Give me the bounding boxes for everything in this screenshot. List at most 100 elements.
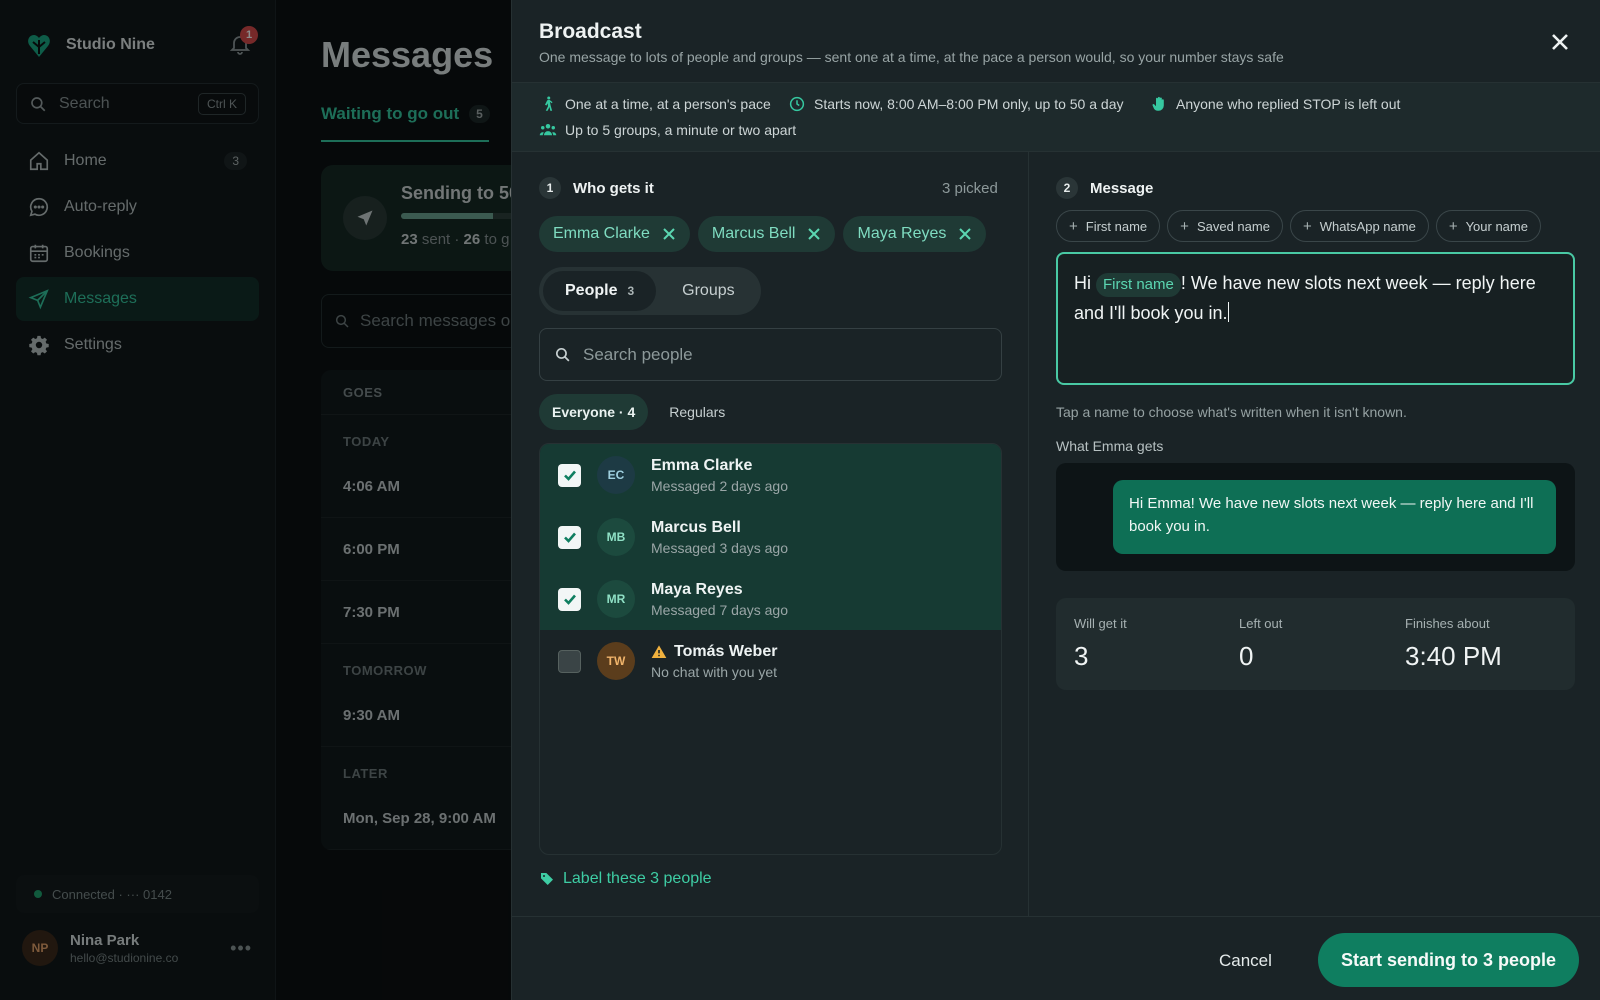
people-groups-toggle: People 3 Groups: [539, 267, 761, 315]
recipient-chip[interactable]: Marcus Bell: [697, 216, 836, 252]
close-icon[interactable]: [1548, 30, 1572, 54]
info-stop-text: Anyone who replied STOP is left out: [1176, 96, 1401, 112]
person-row[interactable]: MR Maya Reyes Messaged 7 days ago: [540, 568, 1001, 630]
info-groups-text: Up to 5 groups, a minute or two apart: [565, 122, 797, 138]
stat-value: 3: [1074, 641, 1089, 671]
person-row[interactable]: MB Marcus Bell Messaged 3 days ago: [540, 506, 1001, 568]
search-icon: [555, 347, 570, 362]
broadcast-info: One at a time, at a person's pace Starts…: [512, 82, 1600, 152]
filter-regulars[interactable]: Regulars: [656, 394, 738, 430]
chip-label: Emma Clarke: [553, 225, 650, 242]
token-label: First name: [1085, 218, 1148, 234]
person-name: Tomás Weber: [651, 643, 777, 661]
info-schedule-text: Starts now, 8:00 AM–8:00 PM only, up to …: [814, 96, 1124, 112]
select-checkbox[interactable]: [558, 463, 581, 487]
insert-first-name-button[interactable]: + First name: [1056, 210, 1161, 242]
clock-icon: [789, 96, 805, 112]
stat-value: 3:40 PM: [1405, 641, 1502, 671]
avatar: MR: [597, 580, 635, 618]
stat-label: Finishes about: [1405, 616, 1490, 631]
select-checkbox[interactable]: [558, 649, 581, 673]
person-name-text: Emma Clarke: [651, 456, 753, 474]
stat-label: Left out: [1239, 616, 1283, 631]
label-people-link[interactable]: Label these 3 people: [539, 870, 712, 888]
broadcast-stats: Will get it 3 Left out 0 Finishes about …: [1056, 598, 1575, 690]
avatar: TW: [597, 642, 635, 680]
avatar: MB: [597, 518, 635, 556]
insert-saved-name-button[interactable]: + Saved name: [1167, 210, 1283, 242]
recipient-chip[interactable]: Maya Reyes: [843, 216, 987, 252]
person-meta: Messaged 7 days ago: [651, 601, 788, 618]
preview-bubble: Hi Emma! We have new slots next week — r…: [1113, 480, 1556, 554]
who-title: Who gets it: [573, 179, 654, 197]
select-checkbox[interactable]: [558, 587, 581, 611]
person-row[interactable]: TW Tomás Weber No chat with you yet: [540, 630, 1001, 692]
tab-people-label: People: [565, 282, 618, 299]
message-title: Message: [1090, 179, 1154, 197]
stat-will-get-it: Will get it 3: [1074, 616, 1127, 672]
person-meta: No chat with you yet: [651, 663, 778, 680]
message-editor[interactable]: Hi First name! We have new slots next we…: [1056, 252, 1575, 385]
panel-subtitle: One message to lots of people and groups…: [539, 49, 1284, 65]
stat-value: 0: [1239, 641, 1254, 671]
panel-title: Broadcast: [539, 20, 642, 43]
tag-icon: [541, 873, 553, 885]
preview-label: What Emma gets: [1056, 438, 1164, 454]
column-divider: [1028, 152, 1029, 916]
person-name-text: Maya Reyes: [651, 580, 743, 598]
people-search-input[interactable]: Search people: [539, 328, 1002, 381]
step-number: 2: [1056, 177, 1078, 199]
token-label: WhatsApp name: [1319, 218, 1416, 234]
token-label: Saved name: [1196, 218, 1270, 234]
avatar: EC: [597, 456, 635, 494]
info-schedule: Starts now, 8:00 AM–8:00 PM only, up to …: [788, 95, 1123, 113]
person-name: Marcus Bell: [651, 519, 788, 537]
person-meta: Messaged 3 days ago: [651, 539, 788, 556]
hand-icon: [1152, 96, 1164, 111]
text-caret: [1227, 302, 1229, 322]
select-checkbox[interactable]: [558, 525, 581, 549]
token-hint: Tap a name to choose what's written when…: [1056, 404, 1407, 420]
body-text-start: Hi: [1074, 273, 1091, 293]
info-pace-text: One at a time, at a person's pace: [565, 96, 771, 112]
remove-icon[interactable]: [958, 227, 972, 241]
person-name: Emma Clarke: [651, 457, 788, 475]
name-tokens: + First name + Saved name + WhatsApp name +…: [1056, 210, 1541, 242]
cancel-button[interactable]: Cancel: [1205, 943, 1286, 979]
token-label: Your name: [1465, 218, 1528, 234]
tab-groups[interactable]: Groups: [660, 271, 756, 311]
chip-label: Marcus Bell: [711, 225, 796, 242]
plus-icon: +: [1448, 217, 1458, 235]
people-group-icon: [539, 124, 557, 136]
filter-everyone[interactable]: Everyone · 4: [539, 394, 649, 430]
person-name-text: Marcus Bell: [651, 518, 741, 536]
step-number: 1: [539, 177, 561, 199]
message-preview: Hi Emma! We have new slots next week — r…: [1056, 463, 1575, 571]
person-meta: Messaged 2 days ago: [651, 477, 788, 494]
panel-footer: Cancel Start sending to 3 people: [512, 916, 1600, 1000]
plus-icon: +: [1069, 217, 1078, 235]
first-name-placeholder-tag[interactable]: First name: [1096, 273, 1181, 297]
warning-icon: [651, 644, 667, 658]
who-step-heading: 1 Who gets it: [539, 177, 654, 199]
walking-icon: [545, 96, 553, 111]
stat-left-out: Left out 0: [1239, 616, 1282, 672]
people-list: EC Emma Clarke Messaged 2 days ago MB Marcus…: [539, 443, 1002, 855]
person-name-text: Tomás Weber: [674, 642, 778, 660]
people-search-placeholder: Search people: [583, 344, 693, 364]
insert-your-name-button[interactable]: + Your name: [1435, 210, 1541, 242]
chip-label: Maya Reyes: [857, 225, 947, 242]
stat-finishes-about: Finishes about 3:40 PM: [1405, 616, 1502, 672]
start-sending-button[interactable]: Start sending to 3 people: [1318, 933, 1580, 987]
selected-chips: Emma Clarke Marcus Bell Maya Reyes: [539, 216, 987, 252]
recipient-chip[interactable]: Emma Clarke: [539, 216, 690, 252]
tab-people[interactable]: People 3: [543, 271, 657, 311]
insert-whatsapp-name-button[interactable]: + WhatsApp name: [1289, 210, 1429, 242]
remove-icon[interactable]: [807, 227, 821, 241]
stat-label: Will get it: [1074, 616, 1127, 631]
remove-icon[interactable]: [662, 227, 676, 241]
label-link-text: Label these 3 people: [563, 870, 712, 887]
person-row[interactable]: EC Emma Clarke Messaged 2 days ago: [540, 444, 1001, 506]
info-groups: Up to 5 groups, a minute or two apart: [539, 121, 796, 139]
people-filters: Everyone · 4 Regulars: [539, 394, 738, 430]
